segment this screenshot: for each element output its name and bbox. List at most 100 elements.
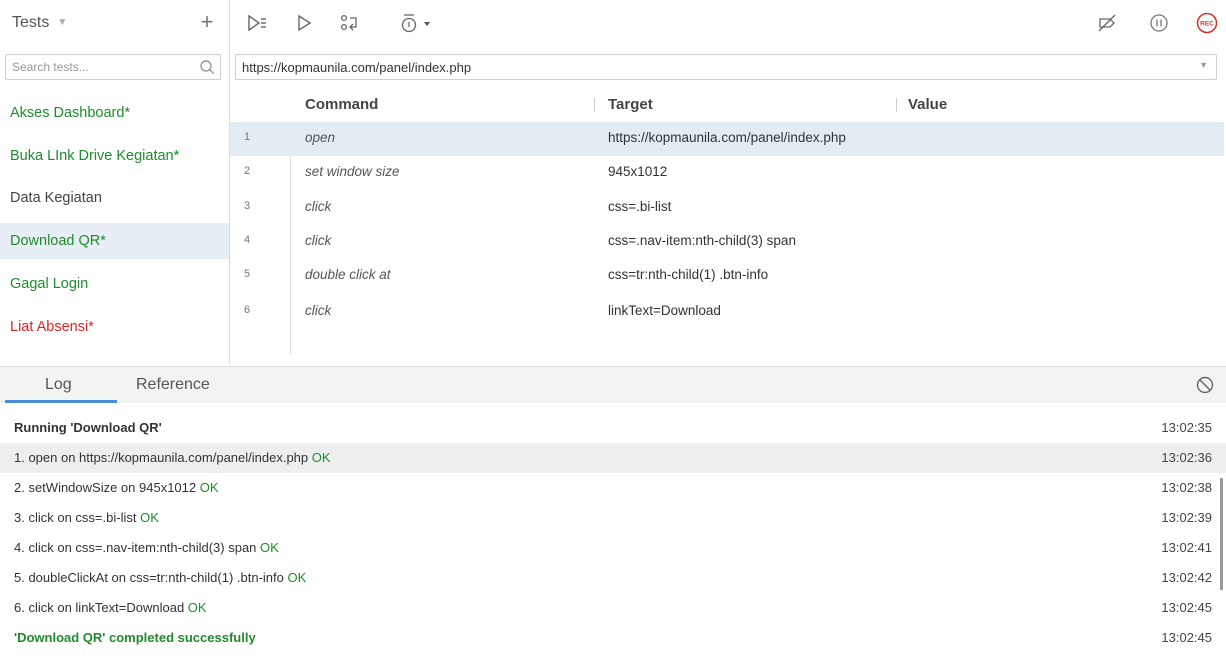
log-ok: OK (260, 540, 279, 555)
row-command: double click at (305, 267, 391, 282)
row-command: open (305, 130, 336, 145)
log-message: 5. doubleClickAt on css=tr:nth-child(1) … (14, 570, 288, 585)
row-number: 1 (244, 131, 251, 143)
header-value: Value (908, 96, 948, 113)
base-url-input[interactable] (236, 55, 1182, 79)
log-time: 13:02:45 (1161, 600, 1212, 615)
table-header: Command Target Value (230, 90, 1226, 120)
test-item-akses-dashboard[interactable]: Akses Dashboard* (0, 95, 229, 131)
log-entry: 5. doubleClickAt on css=tr:nth-child(1) … (0, 563, 1226, 593)
pause-icon[interactable] (1148, 12, 1170, 34)
log-panel: Log Reference Running 'Download QR' 13:0… (0, 366, 1226, 663)
step-icon[interactable] (338, 12, 360, 34)
log-time: 13:02:36 (1161, 450, 1212, 465)
row-number: 5 (244, 268, 251, 280)
test-sidebar: Tests ▼ + Akses Dashboard* Buka LInk Driv… (0, 0, 230, 365)
row-command: click (305, 303, 332, 318)
log-time: 13:02:38 (1161, 480, 1212, 495)
log-time: 13:02:35 (1161, 420, 1212, 435)
log-text: 3. click on css=.bi-list OK (14, 503, 159, 533)
sidebar-header: Tests ▼ + (0, 0, 229, 46)
log-ok: OK (140, 510, 159, 525)
log-ok: OK (199, 480, 219, 495)
row-target: css=.nav-item:nth-child(3) span (608, 233, 796, 248)
row-number: 4 (244, 234, 251, 246)
row-target: css=.bi-list (608, 199, 672, 214)
log-time: 13:02:42 (1161, 570, 1212, 585)
run-all-icon[interactable] (246, 12, 268, 34)
chevron-down-icon: ▼ (57, 17, 68, 28)
table-row[interactable]: 6 click linkText=Download (230, 295, 1224, 329)
clear-log-icon[interactable] (1196, 376, 1214, 394)
log-message: 2. setWindowSize on 945x1012 (14, 480, 200, 495)
speed-icon[interactable] (400, 12, 436, 34)
table-row[interactable]: 3 click css=.bi-list (230, 191, 1224, 225)
panel-tabs: Log Reference (0, 366, 1226, 403)
log-entry: 'Download QR' completed successfully 13:… (0, 623, 1226, 653)
test-item-download-qr[interactable]: Download QR* (0, 223, 229, 259)
log-message: 4. click on css=.nav-item:nth-child(3) s… (14, 540, 261, 555)
test-item-liat-absensi[interactable]: Liat Absensi* (0, 309, 229, 345)
tab-log[interactable]: Log (45, 376, 72, 394)
row-target: linkText=Download (608, 303, 721, 318)
active-tab-indicator (5, 400, 117, 403)
log-message: 3. click on css=.bi-list (14, 510, 141, 525)
header-command: Command (305, 96, 379, 113)
row-number: 3 (244, 200, 251, 212)
row-command: click (305, 233, 332, 248)
table-row[interactable]: 5 double click at css=tr:nth-child(1) .b… (230, 259, 1224, 293)
add-test-button[interactable]: + (197, 9, 217, 35)
log-entry: 3. click on css=.bi-list OK 13:02:39 (0, 503, 1226, 533)
row-number: 2 (244, 165, 251, 177)
test-item-buka-link-drive[interactable]: Buka LInk Drive Kegiatan* (0, 138, 229, 174)
row-command: set window size (305, 164, 400, 179)
log-time: 13:02:41 (1161, 540, 1212, 555)
column-divider[interactable] (896, 98, 897, 112)
chevron-down-icon[interactable]: ▼ (1199, 60, 1208, 70)
table-row[interactable]: 2 set window size 945x1012 (230, 156, 1224, 190)
log-text: Running 'Download QR' (14, 420, 162, 435)
test-item-data-kegiatan[interactable]: Data Kegiatan (0, 180, 229, 216)
log-entry: Running 'Download QR' 13:02:35 (0, 413, 1226, 443)
log-text: 5. doubleClickAt on css=tr:nth-child(1) … (14, 563, 306, 593)
log-ok: OK (287, 570, 307, 585)
log-time: 13:02:39 (1161, 510, 1212, 525)
row-target: css=tr:nth-child(1) .btn-info (608, 267, 769, 282)
column-divider[interactable] (594, 98, 595, 112)
search-box (5, 54, 221, 80)
log-message: 6. click on linkText=Download (14, 600, 188, 615)
record-icon[interactable]: REC (1196, 12, 1218, 34)
search-input[interactable] (6, 55, 192, 79)
record-label: REC (1200, 20, 1214, 27)
log-time: 13:02:45 (1161, 630, 1212, 645)
toolbar: REC (230, 0, 1226, 46)
command-table: Command Target Value 1 open https://kopm… (230, 90, 1226, 365)
log-text: 4. click on css=.nav-item:nth-child(3) s… (14, 533, 279, 563)
tests-dropdown[interactable]: Tests ▼ (12, 14, 67, 32)
search-icon[interactable] (199, 59, 215, 75)
log-text: 1. open on https://kopmaunila.com/panel/… (14, 443, 331, 473)
row-target: https://kopmaunila.com/panel/index.php (608, 130, 846, 145)
run-current-icon[interactable] (294, 12, 316, 34)
test-item-gagal-login[interactable]: Gagal Login (0, 266, 229, 302)
tab-reference[interactable]: Reference (136, 376, 210, 394)
log-entry: 6. click on linkText=Download OK 13:02:4… (0, 593, 1226, 623)
row-command: click (305, 199, 332, 214)
log-ok: OK (311, 450, 331, 465)
log-ok: OK (187, 600, 207, 615)
disable-breakpoints-icon[interactable] (1096, 12, 1118, 34)
log-entry: 2. setWindowSize on 945x1012 OK 13:02:38 (0, 473, 1226, 503)
log-text: 'Download QR' completed successfully (14, 630, 256, 645)
log-text: 6. click on linkText=Download OK (14, 593, 207, 623)
log-scrollbar[interactable] (1220, 478, 1223, 590)
log-message: 1. open on https://kopmaunila.com/panel/… (14, 450, 312, 465)
row-number: 6 (244, 304, 251, 316)
log-entry: 4. click on css=.nav-item:nth-child(3) s… (0, 533, 1226, 563)
base-url-bar: ▼ (235, 54, 1217, 80)
table-row[interactable]: 1 open https://kopmaunila.com/panel/inde… (230, 122, 1224, 156)
log-text: 2. setWindowSize on 945x1012 OK (14, 473, 219, 503)
table-row[interactable]: 4 click css=.nav-item:nth-child(3) span (230, 225, 1224, 259)
row-target: 945x1012 (608, 164, 668, 179)
log-entry: 1. open on https://kopmaunila.com/panel/… (0, 443, 1226, 473)
header-target: Target (608, 96, 653, 113)
